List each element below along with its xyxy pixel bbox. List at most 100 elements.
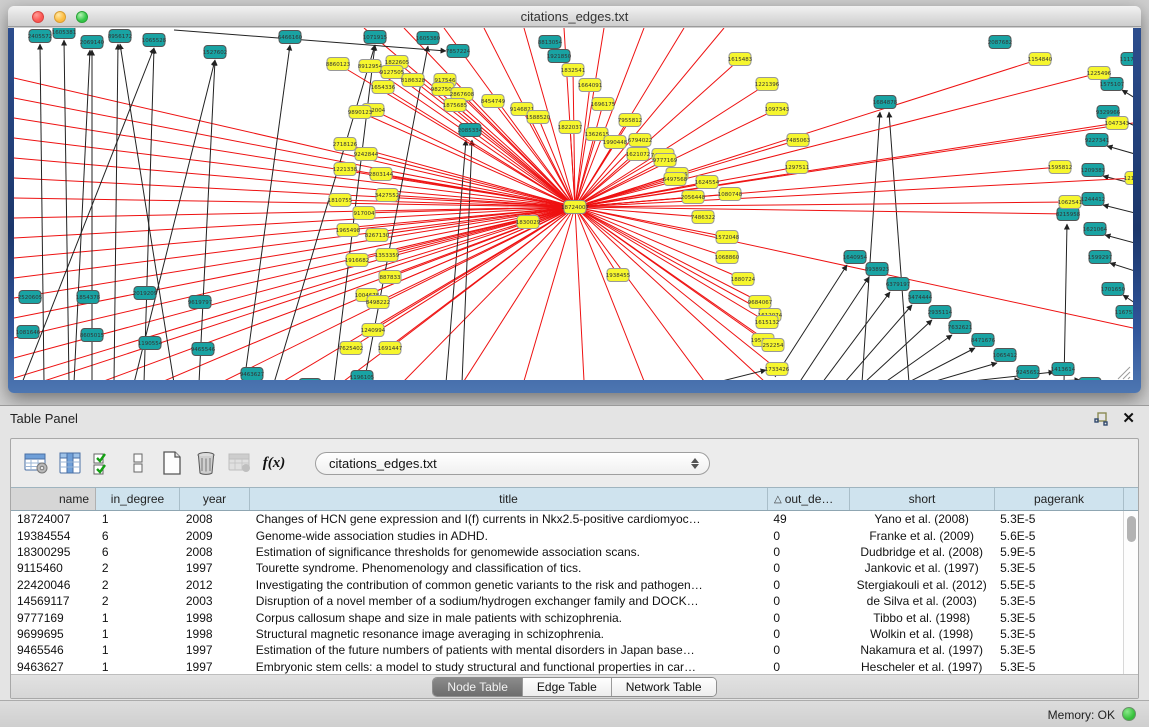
teal-node[interactable]: 1117454: [1120, 53, 1133, 66]
yellow-node[interactable]: 1990448: [603, 136, 628, 149]
yellow-node[interactable]: 1240994: [361, 324, 386, 337]
teal-node[interactable]: 1854378: [76, 291, 101, 304]
yellow-node[interactable]: 1572048: [715, 231, 740, 244]
table-row[interactable]: 911546021997Tourette syndrome. Phenomeno…: [11, 560, 1123, 576]
yellow-node[interactable]: 1938455: [606, 269, 631, 282]
yellow-node[interactable]: 1154840: [1028, 53, 1053, 66]
column-header-year[interactable]: year: [180, 488, 250, 510]
teal-node[interactable]: 1527602: [203, 46, 228, 59]
table-row[interactable]: 1830029562008Estimation of significance …: [11, 544, 1123, 560]
yellow-node[interactable]: 7955812: [618, 114, 643, 127]
yellow-node[interactable]: 1097343: [765, 103, 790, 116]
yellow-node[interactable]: 8860123: [326, 58, 351, 71]
yellow-node[interactable]: 7486322: [691, 211, 716, 224]
teal-node[interactable]: 1244412: [1081, 193, 1106, 206]
teal-node[interactable]: 2935114: [928, 306, 953, 319]
table-row[interactable]: 1456911722003Disruption of a novel membe…: [11, 593, 1123, 609]
clear-selection-icon[interactable]: [123, 448, 153, 478]
yellow-node[interactable]: 1221396: [755, 78, 780, 91]
yellow-node[interactable]: 2056448: [681, 191, 706, 204]
teal-node[interactable]: 9619797: [188, 296, 213, 309]
yellow-node[interactable]: 1691447: [378, 342, 403, 355]
yellow-node[interactable]: 252254: [762, 339, 784, 352]
yellow-node[interactable]: 1621072: [626, 148, 651, 161]
yellow-node[interactable]: 2718126: [333, 138, 358, 151]
yellow-node[interactable]: 1615132: [755, 316, 780, 329]
teal-node[interactable]: 2405572: [28, 30, 53, 43]
teal-node[interactable]: 6466160: [278, 31, 303, 44]
table-row[interactable]: 977716911998Corpus callosum shape and si…: [11, 609, 1123, 625]
yellow-node[interactable]: 1595812: [1048, 161, 1073, 174]
yellow-node[interactable]: 1588520: [526, 111, 551, 124]
window-titlebar[interactable]: citations_edges.txt: [8, 6, 1141, 27]
table-source-select[interactable]: citations_edges.txt: [315, 452, 710, 475]
teal-node[interactable]: 8605015: [80, 329, 105, 342]
table-row[interactable]: 2242004622012Investigating the contribut…: [11, 577, 1123, 593]
yellow-node[interactable]: 1062541: [1058, 196, 1083, 209]
yellow-node[interactable]: 1810755: [328, 194, 353, 207]
delete-table-icon-disabled[interactable]: [225, 448, 255, 478]
yellow-node[interactable]: 8498222: [366, 296, 391, 309]
tab-network-table[interactable]: Network Table: [612, 678, 716, 696]
yellow-node[interactable]: 6497568: [663, 173, 688, 186]
teal-node[interactable]: 9245652: [1016, 366, 1041, 379]
yellow-node[interactable]: 1615483: [728, 53, 753, 66]
vertical-scrollbar[interactable]: [1123, 511, 1138, 674]
yellow-node[interactable]: 1225496: [1087, 67, 1112, 80]
teal-node[interactable]: 7857224: [446, 45, 471, 58]
teal-node[interactable]: 8956172: [108, 30, 133, 43]
yellow-node[interactable]: 1880724: [731, 273, 756, 286]
yellow-node[interactable]: 917004: [353, 207, 375, 220]
teal-node[interactable]: 8938923: [865, 263, 890, 276]
teal-node[interactable]: 9463627: [240, 368, 265, 381]
yellow-node[interactable]: 1733426: [765, 363, 790, 376]
teal-node[interactable]: 6379197: [886, 278, 911, 291]
teal-node[interactable]: 1081646: [16, 326, 41, 339]
teal-node[interactable]: 9465546: [191, 343, 216, 356]
yellow-node[interactable]: 1822037: [558, 121, 583, 134]
yellow-node[interactable]: 7625402: [339, 342, 364, 355]
table-row[interactable]: 1938455462009Genome-wide association stu…: [11, 527, 1123, 543]
float-panel-icon[interactable]: [1093, 411, 1109, 427]
table-settings-icon[interactable]: [21, 448, 51, 478]
hub-node[interactable]: 18724007: [561, 201, 589, 214]
yellow-node[interactable]: 1080748: [718, 188, 743, 201]
table-row[interactable]: 946362711997Embryonic stem cells: a mode…: [11, 659, 1123, 674]
column-header-out_de[interactable]: △out_de…: [768, 488, 850, 510]
teal-node[interactable]: 1621064: [1083, 223, 1108, 236]
memory-status-icon[interactable]: [1122, 707, 1136, 721]
yellow-node[interactable]: 9127505: [380, 66, 405, 79]
yellow-node[interactable]: 8186328: [401, 74, 426, 87]
teal-node[interactable]: 1571648: [298, 379, 323, 381]
teal-node[interactable]: 2520605: [18, 291, 43, 304]
yellow-node[interactable]: 8267130: [365, 229, 390, 242]
yellow-node[interactable]: 9242844: [354, 148, 379, 161]
column-chooser-icon[interactable]: [55, 448, 85, 478]
yellow-node[interactable]: 6794022: [628, 134, 653, 147]
column-header-in_degree[interactable]: in_degree: [96, 488, 180, 510]
teal-node[interactable]: 1413614: [1051, 363, 1076, 376]
yellow-node[interactable]: 9777169: [653, 154, 678, 167]
scrollbar-thumb[interactable]: [1127, 516, 1136, 542]
teal-node[interactable]: 1701650: [1101, 283, 1126, 296]
yellow-node[interactable]: 1353359: [375, 249, 400, 262]
yellow-node[interactable]: 1624554: [695, 176, 720, 189]
teal-node[interactable]: 1071915: [363, 31, 388, 44]
teal-node[interactable]: 7632621: [948, 321, 973, 334]
yellow-node[interactable]: 1875685: [443, 99, 468, 112]
yellow-node[interactable]: 3427552: [375, 189, 400, 202]
yellow-node[interactable]: 1210645: [1124, 172, 1133, 185]
teal-node[interactable]: 9227341: [1085, 134, 1110, 147]
delete-rows-icon[interactable]: [191, 448, 221, 478]
yellow-node[interactable]: 887833: [379, 271, 401, 284]
teal-node[interactable]: 2085334: [458, 124, 483, 137]
tab-node-table[interactable]: Node Table: [433, 678, 523, 696]
column-header-short[interactable]: short: [850, 488, 995, 510]
teal-node[interactable]: 8471676: [971, 334, 996, 347]
teal-node[interactable]: 2019209: [133, 287, 158, 300]
yellow-node[interactable]: 1664091: [578, 79, 603, 92]
yellow-node[interactable]: 1916682: [345, 254, 370, 267]
function-builder-icon[interactable]: f(x): [259, 448, 289, 478]
close-panel-icon[interactable]: ✕: [1122, 409, 1135, 427]
yellow-node[interactable]: 1221338: [333, 163, 358, 176]
